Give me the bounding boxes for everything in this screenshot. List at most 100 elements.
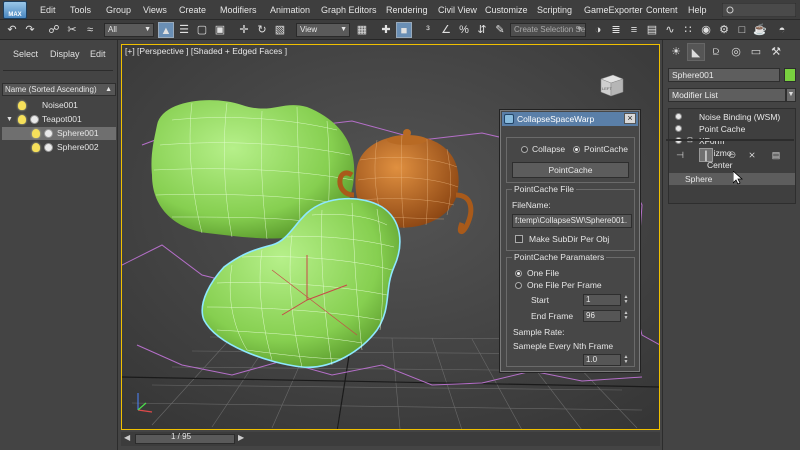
app-logo-button[interactable]: MAX bbox=[3, 1, 27, 19]
collapse-arrow-icon[interactable]: ▼ bbox=[6, 113, 13, 126]
redo-icon[interactable]: ↷ bbox=[22, 22, 38, 38]
radio-collapse[interactable] bbox=[521, 146, 528, 153]
light-bulb-icon[interactable] bbox=[32, 143, 40, 152]
show-end-result-icon[interactable]: ┃ bbox=[699, 148, 713, 162]
scale-icon[interactable]: ▧ bbox=[272, 22, 288, 38]
tree-item-teapot001[interactable]: ▼ Teapot001 bbox=[2, 113, 116, 126]
unlink-icon[interactable]: ✂ bbox=[64, 22, 80, 38]
sample-every-field[interactable]: 1.0 bbox=[583, 354, 621, 366]
object-name-field[interactable]: Sphere001 bbox=[668, 68, 780, 82]
close-button[interactable]: × bbox=[624, 113, 636, 124]
pointcache-button[interactable]: PointCache bbox=[512, 162, 629, 178]
menu-content[interactable]: Content bbox=[646, 5, 678, 15]
menu-customize[interactable]: Customize bbox=[485, 5, 528, 15]
menu-rendering[interactable]: Rendering bbox=[386, 5, 428, 15]
motion-tab-icon[interactable]: ◎ bbox=[727, 43, 745, 61]
explorer-tab-edit[interactable]: Edit bbox=[90, 49, 106, 59]
explorer-tab-select[interactable]: Select bbox=[13, 49, 38, 59]
object-visibility-icon[interactable] bbox=[44, 143, 53, 152]
menu-tools[interactable]: Tools bbox=[70, 5, 91, 15]
radio-pointcache[interactable] bbox=[573, 146, 580, 153]
curve-editor-icon[interactable]: ∿ bbox=[662, 22, 678, 38]
align-icon[interactable]: ≣ bbox=[608, 22, 624, 38]
move-icon[interactable]: ✛ bbox=[236, 22, 252, 38]
stack-item-noise-binding[interactable]: Noise Binding (WSM) bbox=[669, 111, 795, 123]
radio-one-file[interactable] bbox=[515, 270, 522, 277]
modifier-toggle-icon[interactable] bbox=[675, 113, 682, 120]
render-production-icon[interactable]: ☕ bbox=[752, 22, 768, 38]
utilities-tab-icon[interactable]: ⚒ bbox=[767, 43, 785, 61]
object-color-swatch[interactable] bbox=[784, 68, 796, 82]
rendered-frame-window-icon[interactable]: □ bbox=[734, 22, 750, 38]
undo-icon[interactable]: ↶ bbox=[4, 22, 20, 38]
menu-gameexporter[interactable]: GameExporter bbox=[584, 5, 643, 15]
menu-help[interactable]: Help bbox=[688, 5, 707, 15]
object-visibility-icon[interactable] bbox=[44, 129, 53, 138]
menu-group[interactable]: Group bbox=[106, 5, 131, 15]
modifier-list-dropdown[interactable]: Modifier List bbox=[668, 88, 786, 102]
modify-tab-icon[interactable]: ◣ bbox=[687, 43, 705, 61]
next-frame-icon[interactable]: ▶ bbox=[238, 433, 244, 442]
viewport-label-menu[interactable]: [+] [Perspective ] [Shaded + Edged Faces… bbox=[125, 46, 287, 56]
rotate-icon[interactable]: ↻ bbox=[254, 22, 270, 38]
filename-field[interactable]: f:temp\CollapseSW\Sphere001. bbox=[512, 214, 632, 228]
render-iterative-icon[interactable]: ◓ bbox=[774, 22, 790, 38]
dialog-titlebar[interactable]: CollapseSpaceWarp × bbox=[502, 112, 638, 126]
tree-item-sphere002[interactable]: Sphere002 bbox=[2, 141, 116, 154]
remove-modifier-icon[interactable]: ⨯ bbox=[745, 148, 759, 162]
menu-create[interactable]: Create bbox=[179, 5, 206, 15]
collapse-box-icon[interactable]: ⊟ bbox=[687, 135, 693, 147]
end-frame-spinner-icon[interactable]: ▲ ▼ bbox=[623, 311, 629, 322]
material-editor-icon[interactable]: ◉ bbox=[698, 22, 714, 38]
display-tab-icon[interactable]: ▭ bbox=[747, 43, 765, 61]
named-selection-set-dropdown[interactable]: Create Selection Set ▼ bbox=[510, 23, 586, 37]
chevron-down-icon[interactable]: ▼ bbox=[786, 88, 796, 102]
schematic-view-icon[interactable]: ∷ bbox=[680, 22, 696, 38]
render-setup-icon[interactable]: ⚙ bbox=[716, 22, 732, 38]
menu-graph-editors[interactable]: Graph Editors bbox=[321, 5, 377, 15]
stack-item-xform[interactable]: ⊟ XForm bbox=[669, 135, 795, 147]
help-search-box[interactable] bbox=[721, 2, 797, 18]
prev-frame-icon[interactable]: ◀ bbox=[124, 433, 130, 442]
start-field[interactable]: 1 bbox=[583, 294, 621, 306]
sample-every-spinner-icon[interactable]: ▲ ▼ bbox=[623, 355, 629, 366]
menu-edit[interactable]: Edit bbox=[40, 5, 56, 15]
object-visibility-icon[interactable] bbox=[30, 115, 39, 124]
make-subdir-checkbox[interactable] bbox=[515, 235, 523, 243]
start-spinner-icon[interactable]: ▲ ▼ bbox=[623, 295, 629, 306]
reference-coordinate-dropdown[interactable]: View ▼ bbox=[296, 23, 350, 37]
spinner-snap-icon[interactable]: ⇵ bbox=[474, 22, 490, 38]
bind-spacewarp-icon[interactable]: ≈ bbox=[82, 22, 98, 38]
menu-views[interactable]: Views bbox=[143, 5, 167, 15]
ribbon-icon[interactable]: ▤ bbox=[644, 22, 660, 38]
viewcube[interactable]: LEFT bbox=[597, 72, 625, 98]
menu-civil-view[interactable]: Civil View bbox=[438, 5, 477, 15]
tree-item-noise001[interactable]: Noise001 bbox=[2, 99, 116, 112]
make-unique-icon[interactable]: ⨸ bbox=[725, 148, 739, 162]
window-crossing-icon[interactable]: ▣ bbox=[212, 22, 228, 38]
pin-stack-icon[interactable]: ⊣ bbox=[673, 148, 687, 162]
explorer-sort-header[interactable]: Name (Sorted Ascending) ▲ bbox=[2, 83, 116, 96]
end-frame-field[interactable]: 96 bbox=[583, 310, 621, 322]
select-and-manipulate-icon[interactable]: ✚ bbox=[378, 22, 394, 38]
layer-manager-icon[interactable]: ≡ bbox=[626, 22, 642, 38]
hierarchy-tab-icon[interactable]: ⫒ bbox=[707, 43, 725, 61]
selection-filter-dropdown[interactable]: All ▼ bbox=[104, 23, 154, 37]
rectangular-selection-icon[interactable]: ▢ bbox=[194, 22, 210, 38]
stack-item-point-cache[interactable]: Point Cache bbox=[669, 123, 795, 135]
menu-animation[interactable]: Animation bbox=[270, 5, 310, 15]
percent-snap-icon[interactable]: % bbox=[456, 22, 472, 38]
explorer-tab-display[interactable]: Display bbox=[50, 49, 80, 59]
radio-one-file-per-frame[interactable] bbox=[515, 282, 522, 289]
mirror-icon[interactable]: ◑ bbox=[590, 22, 606, 38]
menu-modifiers[interactable]: Modifiers bbox=[220, 5, 257, 15]
select-by-name-icon[interactable]: ☰ bbox=[176, 22, 192, 38]
configure-modifier-sets-icon[interactable]: ▤ bbox=[769, 148, 783, 162]
pivot-center-icon[interactable]: ▦ bbox=[354, 22, 370, 38]
light-bulb-icon[interactable] bbox=[32, 129, 40, 138]
keyboard-shortcut-override-icon[interactable]: ■ bbox=[396, 22, 412, 38]
stack-item-sphere[interactable]: Sphere bbox=[669, 173, 795, 185]
angle-snap-icon[interactable]: ∠ bbox=[438, 22, 454, 38]
select-object-icon[interactable]: ▲ bbox=[158, 22, 174, 38]
tree-item-sphere001[interactable]: Sphere001 bbox=[2, 127, 116, 140]
